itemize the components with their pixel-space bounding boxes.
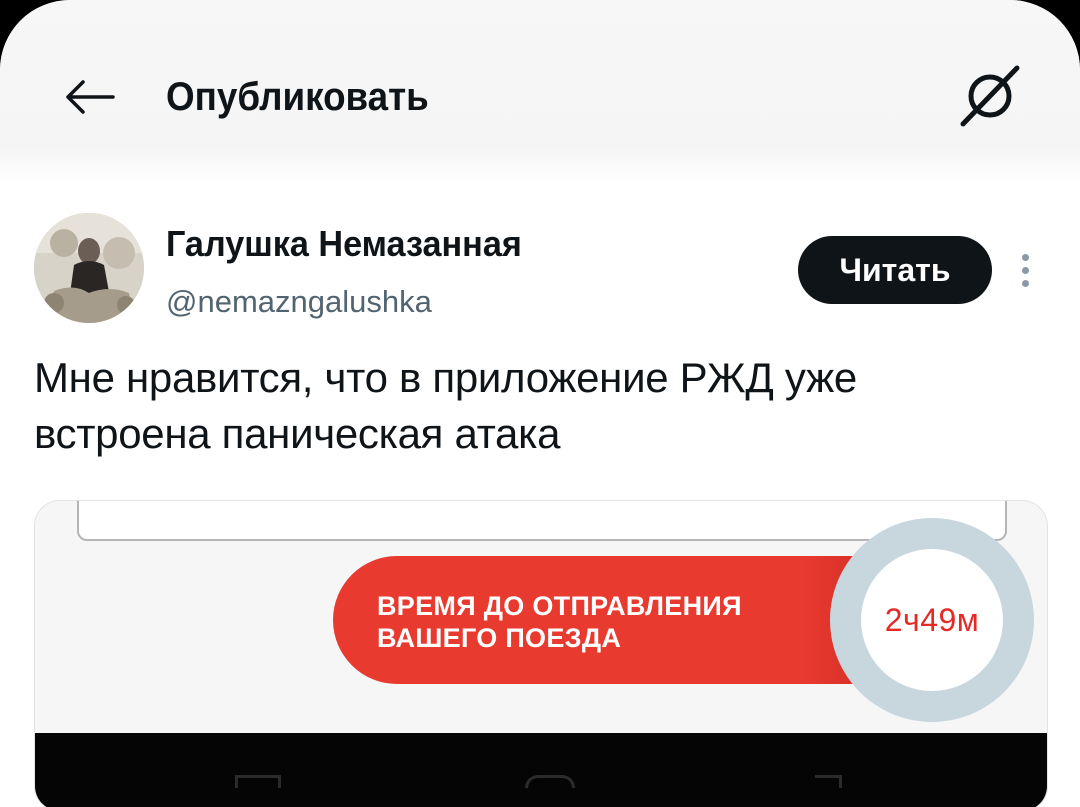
image-nav-bar (35, 733, 1047, 807)
more-vertical-icon-dot (1021, 279, 1029, 287)
arrow-left-icon (66, 80, 115, 114)
more-vertical-icon (1021, 253, 1029, 261)
post-text: Мне нравится, что в приложение РЖД уже в… (34, 354, 857, 457)
nav-hint-back (815, 775, 842, 788)
author-name[interactable]: Галушка Немазанная (166, 222, 522, 266)
back-button[interactable] (60, 72, 120, 122)
post-screen: Опубликовать Галушка Немазанная @nemazng… (0, 0, 1080, 807)
more-vertical-icon-dot (1021, 266, 1029, 274)
banner-line-2: ВАШЕГО ПОЕЗДА (377, 623, 622, 653)
grok-icon (960, 65, 1020, 127)
nav-hint-recents (235, 775, 281, 788)
countdown-value: 2ч49м (861, 549, 1003, 691)
author-handle[interactable]: @nemazngalushka (166, 282, 432, 322)
follow-button[interactable]: Читать (798, 236, 992, 304)
grok-button[interactable] (955, 60, 1025, 130)
avatar[interactable] (34, 213, 144, 323)
banner-text: ВРЕМЯ ДО ОТПРАВЛЕНИЯ ВАШЕГО ПОЕЗДА (377, 590, 742, 654)
post-image[interactable]: ВРЕМЯ ДО ОТПРАВЛЕНИЯ ВАШЕГО ПОЕЗДА 2ч49м (34, 500, 1048, 807)
banner-line-1: ВРЕМЯ ДО ОТПРАВЛЕНИЯ (377, 591, 742, 621)
top-bar: Опубликовать (0, 0, 1080, 185)
nav-hint-home (525, 775, 575, 788)
avatar-photo (34, 213, 144, 323)
image-input-box (77, 501, 1007, 541)
page-title: Опубликовать (166, 75, 429, 119)
more-button[interactable] (1010, 250, 1040, 290)
